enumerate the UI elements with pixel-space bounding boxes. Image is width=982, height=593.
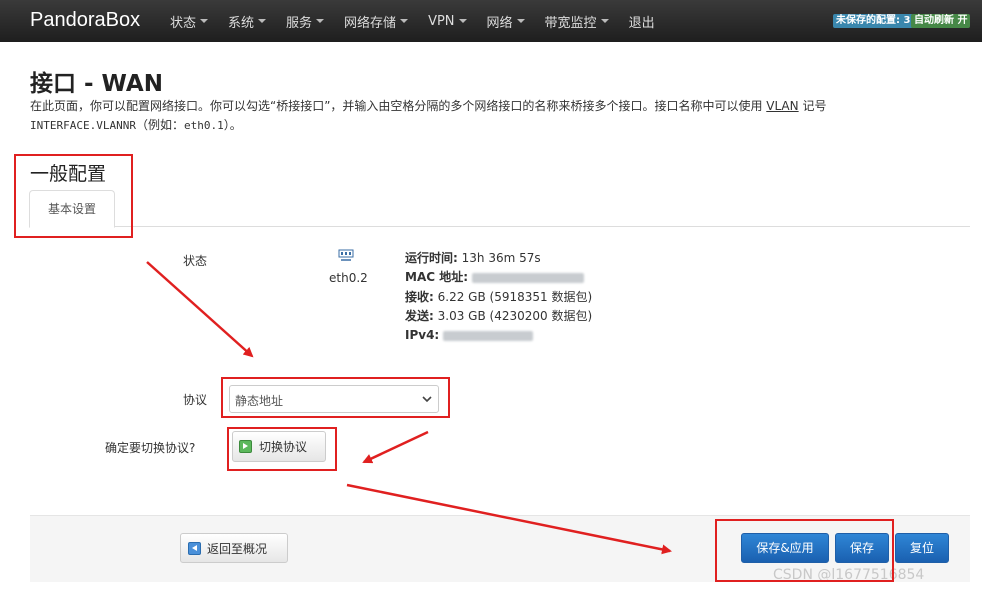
- caret-down-icon: [200, 19, 209, 23]
- vlan-abbr: VLAN: [766, 99, 799, 113]
- rx-value: 6.22 GB (5918351 数据包): [437, 289, 593, 304]
- protocol-select[interactable]: 静态地址: [229, 385, 439, 413]
- interface-syntax: INTERFACE.VLANNR: [30, 119, 136, 132]
- menu-services[interactable]: 服务: [286, 12, 325, 31]
- interface-example: eth0.1: [183, 119, 224, 132]
- annotation-arrow-1: [146, 261, 254, 358]
- tx-value: 3.03 GB (4230200 数据包): [437, 308, 593, 323]
- caret-down-icon: [458, 19, 467, 23]
- menu-system[interactable]: 系统: [228, 12, 267, 31]
- menu-vpn[interactable]: VPN: [428, 14, 467, 29]
- status-label: 状态: [183, 254, 208, 268]
- section-title: 一般配置: [30, 163, 107, 185]
- caret-down-icon: [316, 19, 325, 23]
- status-details: 运行时间: 13h 36m 57s MAC 地址: 接收: 6.22 GB (5…: [405, 251, 593, 343]
- uptime-value: 13h 36m 57s: [461, 251, 541, 265]
- back-to-overview-button[interactable]: 返回至概况: [180, 533, 288, 563]
- reset-button[interactable]: 复位: [895, 533, 949, 563]
- menu-logout[interactable]: 退出: [629, 12, 655, 31]
- page-title: 接口 - WAN: [30, 71, 163, 97]
- protocol-selected-value: 静态地址: [235, 394, 284, 408]
- brand-logo[interactable]: PandoraBox: [30, 9, 140, 32]
- switch-protocol-label: 确定要切换协议?: [105, 441, 196, 455]
- ethernet-port-icon: [338, 249, 354, 261]
- switch-protocol-button[interactable]: 切换协议: [232, 431, 326, 462]
- top-navbar: PandoraBox 状态 系统 服务 网络存储 VPN 网络 带宽监控 退出 …: [0, 0, 982, 42]
- interface-name: eth0.2: [329, 271, 368, 285]
- tab-basic-settings[interactable]: 基本设置: [29, 190, 115, 228]
- apply-arrow-icon: [239, 440, 252, 453]
- caret-down-icon: [600, 19, 609, 23]
- save-button[interactable]: 保存: [835, 533, 889, 563]
- auto-refresh-badge[interactable]: 自动刷新 开: [911, 14, 971, 28]
- caret-down-icon: [258, 19, 267, 23]
- annotation-arrow-2: [362, 430, 429, 464]
- mac-redacted: [471, 272, 584, 283]
- watermark: CSDN @l1677516854: [773, 567, 925, 583]
- menu-status[interactable]: 状态: [170, 12, 209, 31]
- caret-down-icon: [516, 19, 525, 23]
- menu-storage[interactable]: 网络存储: [344, 12, 409, 31]
- caret-down-icon: [400, 19, 409, 23]
- main-menu: 状态 系统 服务 网络存储 VPN 网络 带宽监控 退出: [170, 0, 675, 42]
- ipv4-redacted: [443, 330, 534, 341]
- menu-network[interactable]: 网络: [487, 12, 525, 31]
- menu-bandwidth[interactable]: 带宽监控: [545, 12, 609, 31]
- protocol-label: 协议: [183, 393, 208, 407]
- save-and-apply-button[interactable]: 保存&应用: [741, 533, 829, 563]
- tab-divider: [30, 226, 970, 227]
- unsaved-changes-badge[interactable]: 未保存的配置: 3: [833, 14, 914, 28]
- chevron-down-icon: [422, 396, 432, 403]
- page-description: 在此页面，你可以配置网络接口。你可以勾选“桥接接口”，并输入由空格分隔的多个网络…: [30, 99, 827, 132]
- back-arrow-icon: [188, 541, 201, 555]
